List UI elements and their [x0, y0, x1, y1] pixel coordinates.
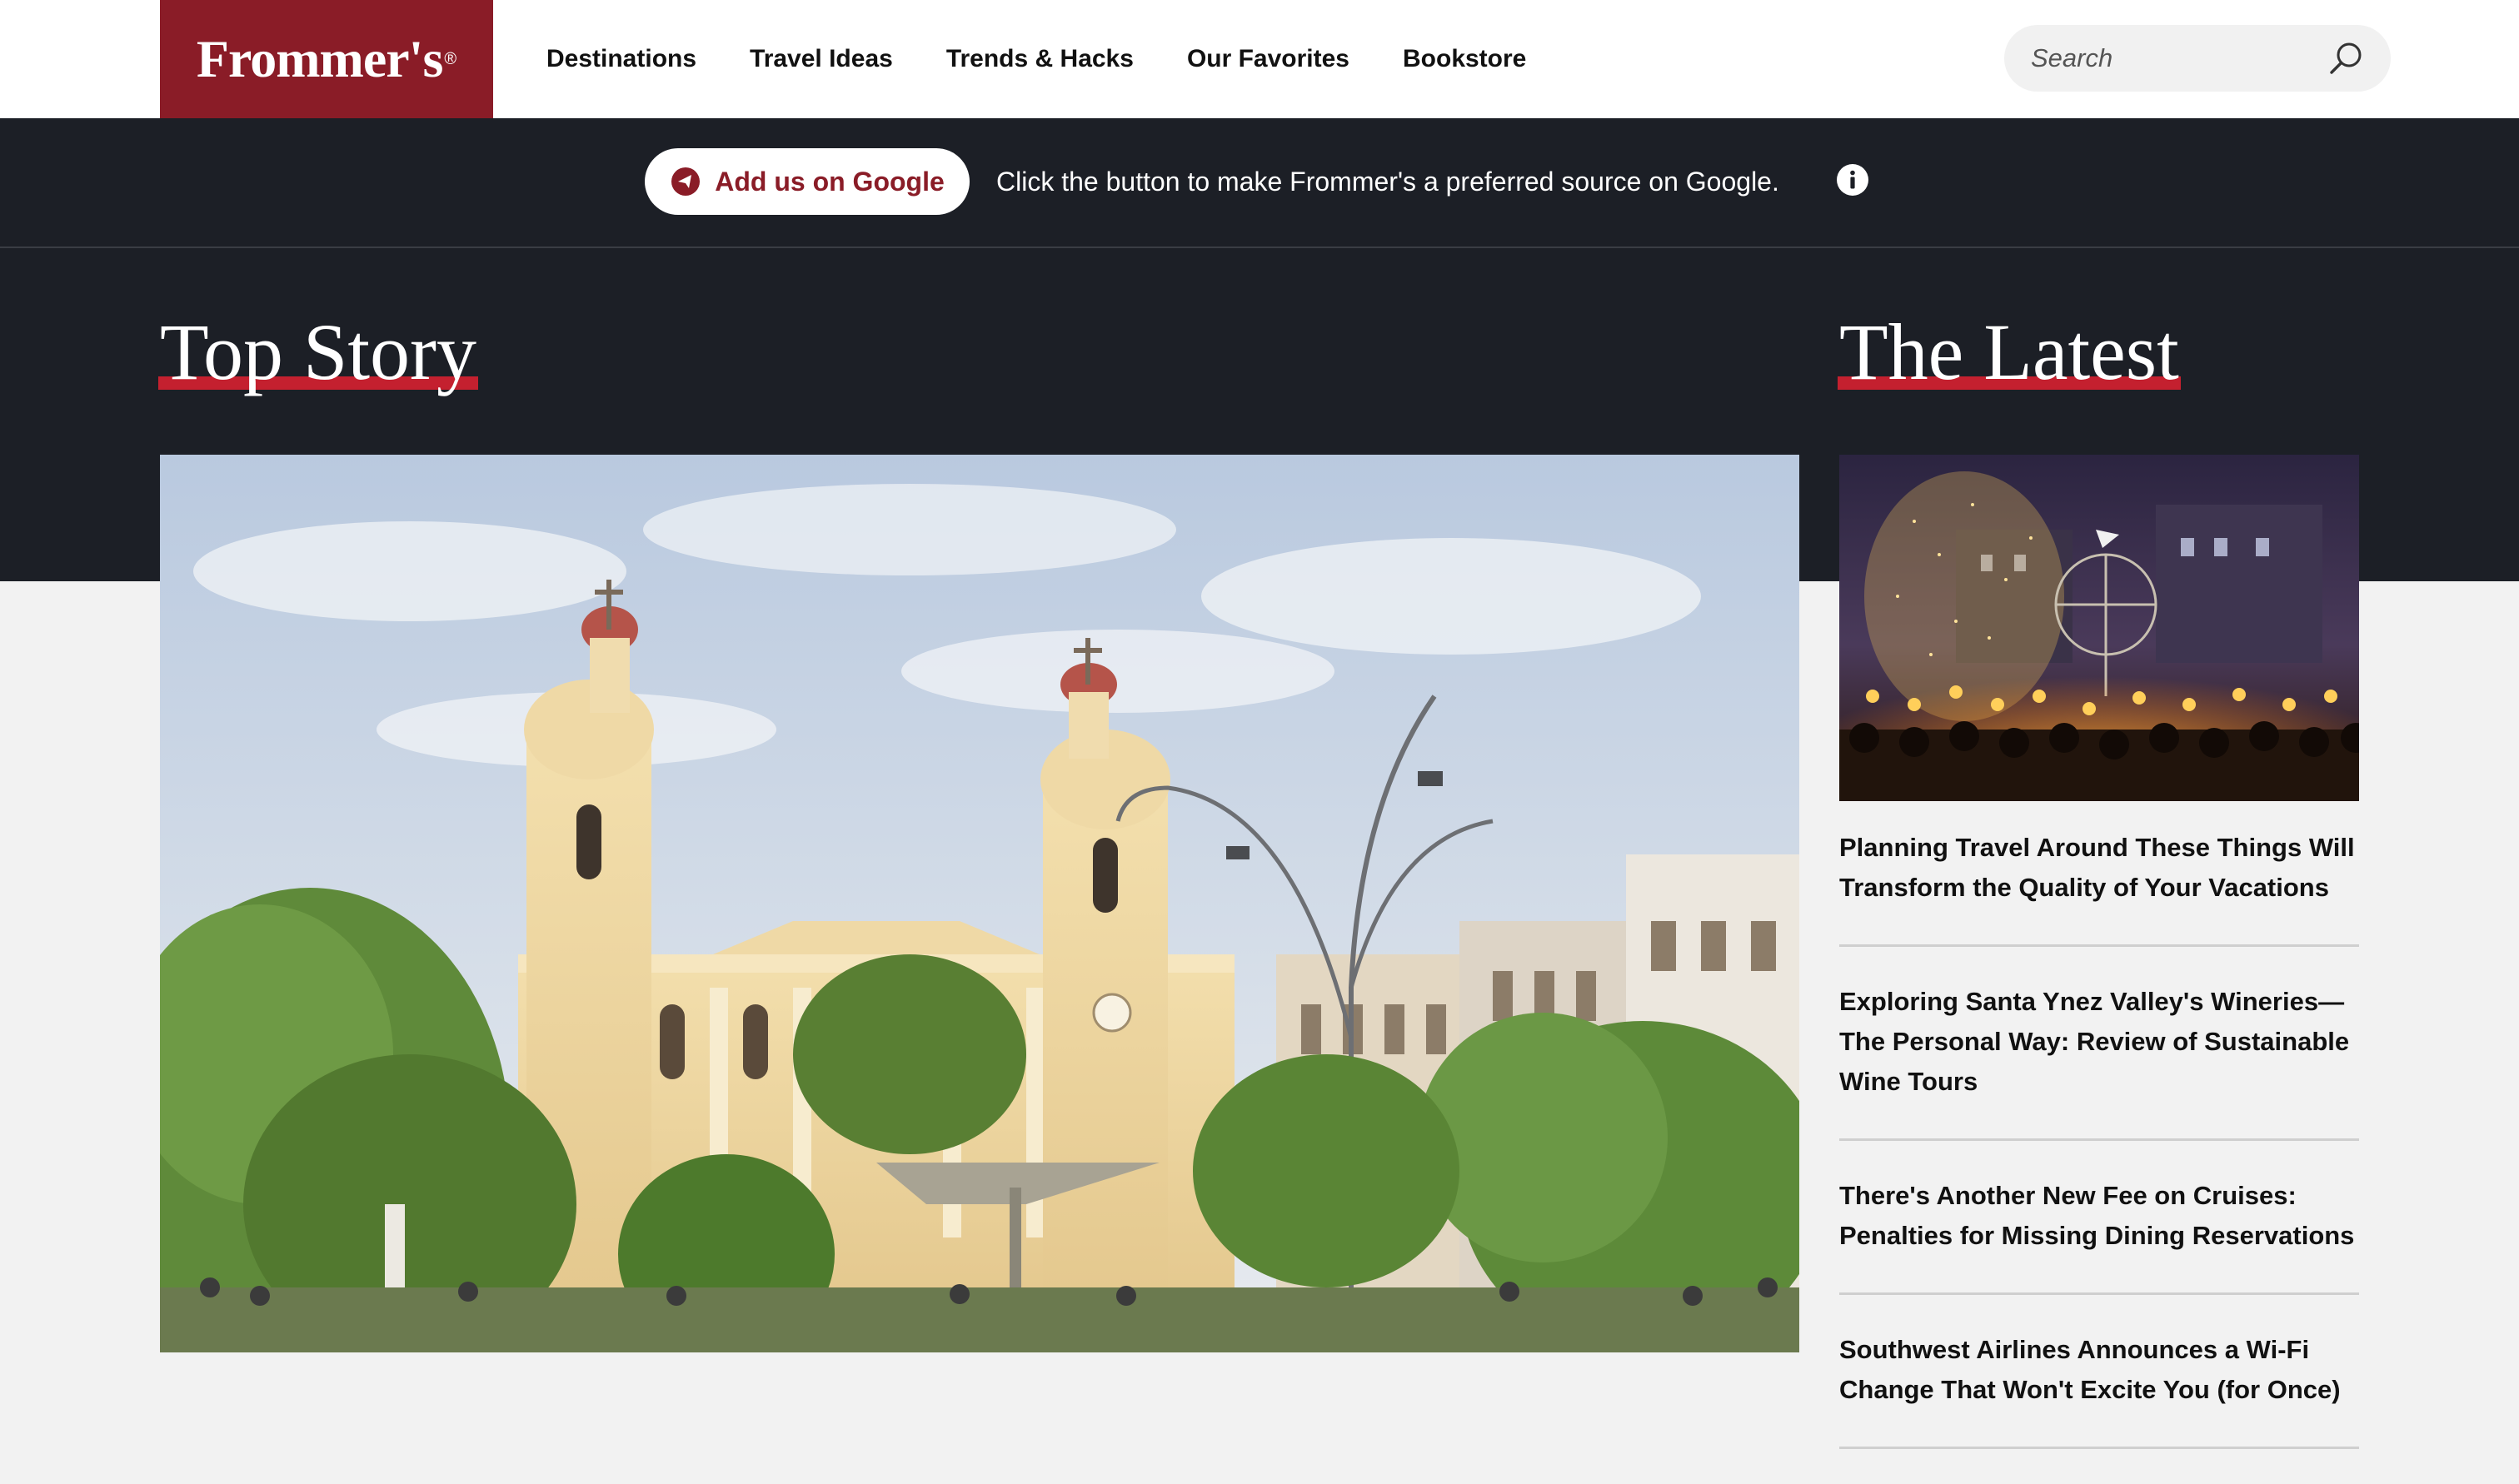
- latest-article-link[interactable]: Planning Travel Around These Things Will…: [1839, 828, 2359, 947]
- top-story-heading: Top Story: [158, 306, 478, 398]
- nav-item-our-favorites[interactable]: Our Favorites: [1187, 45, 1349, 73]
- nav-item-trends-hacks[interactable]: Trends & Hacks: [946, 45, 1134, 73]
- search-box: [2004, 25, 2391, 92]
- latest-article-link[interactable]: Southwest Airlines Announces a Wi-Fi Cha…: [1839, 1330, 2359, 1449]
- google-preferred-icon: [671, 167, 701, 196]
- latest-article-link[interactable]: There's Another New Fee on Cruises: Pena…: [1839, 1176, 2359, 1295]
- frommers-logo[interactable]: Frommer's ®: [160, 0, 493, 118]
- info-icon[interactable]: [1836, 163, 1869, 197]
- latest-featured-image[interactable]: [1839, 455, 2359, 801]
- cathedral-plaza-photo: [160, 455, 1799, 1352]
- search-input[interactable]: [2031, 25, 2314, 92]
- nav-item-travel-ideas[interactable]: Travel Ideas: [750, 45, 893, 73]
- the-latest-heading: The Latest: [1838, 306, 2181, 398]
- add-us-on-google-button[interactable]: Add us on Google: [645, 148, 970, 215]
- nav-item-destinations[interactable]: Destinations: [546, 45, 696, 73]
- torch-festival-photo: [1839, 455, 2359, 801]
- logo-wordmark: Frommer's: [196, 29, 443, 88]
- search-icon[interactable]: [2327, 40, 2366, 78]
- logo-registered-mark: ®: [444, 49, 457, 68]
- top-story-heading-text: Top Story: [158, 307, 478, 396]
- latest-article-link[interactable]: Exploring Santa Ynez Valley's Wineries—T…: [1839, 982, 2359, 1141]
- add-us-on-google-label: Add us on Google: [715, 166, 945, 197]
- top-story-image[interactable]: [160, 455, 1799, 1352]
- latest-articles-list: Planning Travel Around These Things Will…: [1839, 828, 2359, 1484]
- google-promo-bar: Add us on Google Click the button to mak…: [0, 118, 2519, 248]
- nav-item-bookstore[interactable]: Bookstore: [1403, 45, 1526, 73]
- promo-text: Click the button to make Frommer's a pre…: [996, 167, 1779, 197]
- main-nav: Destinations Travel Ideas Trends & Hacks…: [546, 0, 1579, 118]
- the-latest-heading-text: The Latest: [1838, 307, 2181, 396]
- site-header: Frommer's ® Destinations Travel Ideas Tre…: [0, 0, 2519, 118]
